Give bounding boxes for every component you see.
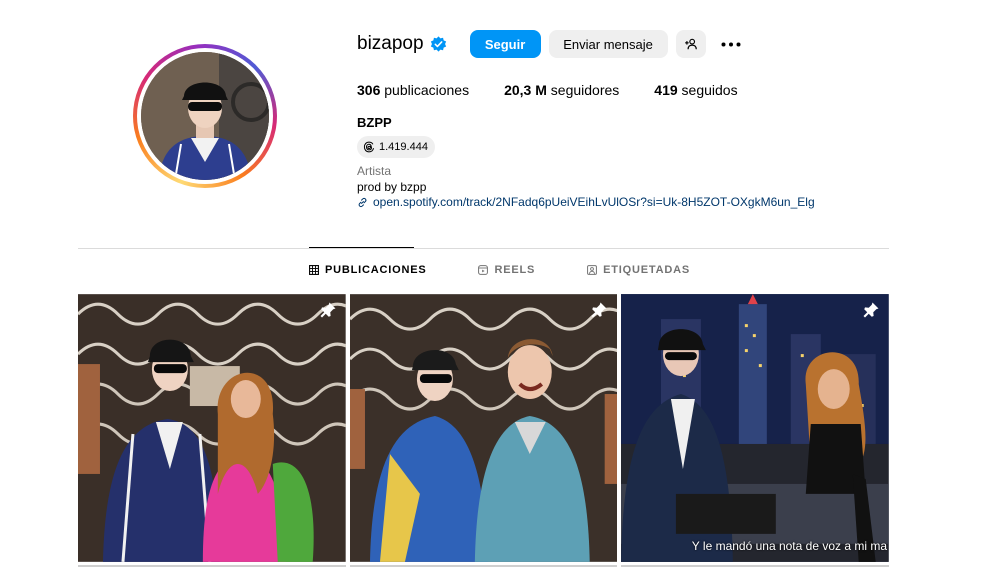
tab-posts-label: PUBLICACIONES: [325, 264, 427, 276]
link-icon: [358, 197, 367, 207]
profile-stats: 306 publicaciones 20,3 M seguidores 419 …: [357, 82, 773, 98]
post-tile[interactable]: [78, 294, 346, 562]
active-tab-indicator: [309, 247, 414, 248]
bio-external-link[interactable]: open.spotify.com/track/2NFadq6pUeiVEihLv…: [357, 195, 815, 209]
username: bizapop: [357, 33, 424, 54]
more-options-button[interactable]: [718, 30, 744, 58]
threads-count: 1.419.444: [379, 141, 428, 153]
suggest-accounts-button[interactable]: [675, 30, 706, 58]
stat-followers[interactable]: 20,3 M seguidores: [504, 82, 619, 98]
tab-reels-label: REELS: [494, 264, 536, 276]
tab-posts[interactable]: PUBLICACIONES: [309, 264, 426, 276]
post-image: [78, 294, 346, 562]
more-horizontal-icon: [721, 42, 741, 46]
stat-posts: 306 publicaciones: [357, 82, 470, 98]
tab-tagged[interactable]: ETIQUETADAS: [587, 264, 690, 276]
threads-badge[interactable]: 1.419.444: [357, 136, 435, 158]
bio-link-text: open.spotify.com/track/2NFadq6pUeiVEihLv…: [373, 195, 815, 209]
profile-tabs: PUBLICACIONES REELS ETIQUETADAS: [309, 264, 742, 276]
pinned-icon: [590, 301, 608, 319]
tab-reels[interactable]: REELS: [478, 264, 535, 276]
tab-tagged-label: ETIQUETADAS: [603, 264, 690, 276]
pinned-icon: [319, 301, 337, 319]
post-image: [349, 294, 618, 562]
pinned-icon: [862, 301, 880, 319]
threads-icon: [363, 141, 374, 153]
post-caption-overlay: Y le mandó una nota de voz a mi ma: [691, 539, 888, 553]
stat-following[interactable]: 419 seguidos: [654, 82, 737, 98]
follow-button[interactable]: Seguir: [469, 30, 541, 58]
tabs-divider: [78, 248, 889, 249]
message-button[interactable]: Enviar mensaje: [548, 30, 668, 58]
posts-grid: Y le mandó una nota de voz a mi ma: [78, 294, 890, 562]
profile-avatar-ring[interactable]: [133, 44, 277, 188]
person-add-icon: [684, 38, 697, 50]
grid-icon: [309, 265, 319, 275]
post-image: [621, 294, 890, 562]
profile-full-name: BZPP: [357, 115, 392, 130]
reels-icon: [478, 265, 489, 275]
profile-header: bizapop Seguir Enviar mensaje: [357, 30, 744, 58]
tagged-icon: [587, 265, 598, 275]
avatar: [141, 52, 269, 180]
profile-category: Artista: [357, 164, 392, 178]
post-tile[interactable]: Y le mandó una nota de voz a mi ma: [621, 294, 890, 562]
verified-badge-icon: [430, 35, 447, 53]
bio-text: prod by bzpp: [357, 180, 427, 194]
post-tile[interactable]: [349, 294, 618, 562]
